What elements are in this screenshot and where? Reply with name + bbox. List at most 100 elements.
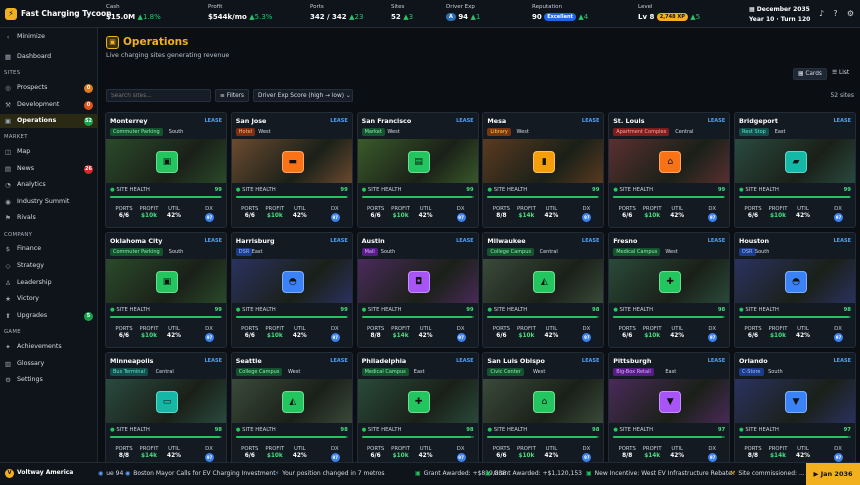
dx-score-badge: 97 xyxy=(456,333,466,342)
lease-badge: LEASE xyxy=(204,238,223,244)
site-card[interactable]: San Jose LEASE Hotel West ▬ ● SITE HEALTH 99 PO… xyxy=(230,112,353,228)
metric-ports-label: PORTS xyxy=(618,326,636,332)
sidebar-item-settings[interactable]: ⚙ Settings xyxy=(0,373,98,387)
sidebar-item-analytics[interactable]: ◔ Analytics xyxy=(0,178,98,192)
sidebar-item-achievements[interactable]: ✦ Achievements xyxy=(0,340,98,354)
site-card[interactable]: Milwaukee LEASE College Campus Central ◭ ● SI… xyxy=(482,232,605,348)
sidebar-item-glossary[interactable]: ▥ Glossary xyxy=(0,357,98,371)
sidebar-item-upgrades[interactable]: ⬆ Upgrades 5 xyxy=(0,309,98,323)
ticker-item[interactable]: ▣ Grant Awarded: +$1,120,153 xyxy=(485,470,582,477)
health-bar xyxy=(361,316,474,318)
metric-dx-label: DX xyxy=(834,326,842,332)
site-card[interactable]: Mesa LEASE Library West ▮ ● SITE HEALTH 99 PORT… xyxy=(482,112,605,228)
bolt-icon: ⚡ xyxy=(5,8,17,20)
lease-badge: LEASE xyxy=(581,118,600,124)
sidebar-item-industry-summit[interactable]: ◉ Industry Summit xyxy=(0,195,98,209)
site-card[interactable]: Minneapolis LEASE Bus Terminal Central ▭ ● SI… xyxy=(105,352,227,468)
site-health-text: SITE HEALTH xyxy=(745,427,779,433)
metric-ports-label: PORTS xyxy=(492,206,511,212)
metric-util-value: 42% xyxy=(167,453,181,459)
site-name: Philadelphia xyxy=(361,357,407,365)
dx-score-badge: 97 xyxy=(205,333,214,342)
list-view-button[interactable]: ☰ List xyxy=(828,68,853,80)
sidebar-item-rivals[interactable]: ⚑ Rivals xyxy=(0,211,98,225)
ticker-item[interactable]: ▣ New Incentive: West EV Infrastructure R… xyxy=(586,470,732,477)
cards-view-button[interactable]: ▦ Cards xyxy=(793,68,827,80)
site-card[interactable]: San Luis Obispo LEASE Civic Center West ⌂ ● S… xyxy=(482,352,605,468)
lease-badge: LEASE xyxy=(456,358,474,364)
site-type-tag: Market xyxy=(361,128,385,136)
stat-cash: Cash $15.0M ▲1.8% xyxy=(106,4,161,21)
metric-profit-label: PROFIT xyxy=(265,446,285,452)
sidebar-item-operations[interactable]: ▣ Operations 52 xyxy=(0,114,98,128)
metric-profit-value: $14k xyxy=(644,453,661,459)
news-icon: ◉ xyxy=(98,470,104,477)
ticker-item[interactable]: ⚒ Site commissioned: ... xyxy=(730,470,805,477)
site-card[interactable]: Oklahoma City LEASE Commuter Parking South ▣… xyxy=(105,232,227,348)
section-company: COMPANY xyxy=(4,232,33,238)
metric-util-label: UTIL xyxy=(293,446,306,452)
gear-icon[interactable]: ⚙ xyxy=(846,9,855,18)
metric-util-label: UTIL xyxy=(168,206,180,212)
sidebar-item-leadership[interactable]: ♙ Leadership xyxy=(0,276,98,290)
calendar-icon: ▦ xyxy=(749,6,757,13)
site-card[interactable]: Houston LEASE DSR South ◓ ● SITE HEALTH 98 PORT… xyxy=(734,232,856,348)
sidebar-item-news[interactable]: ▤ News 26 xyxy=(0,162,98,176)
site-card[interactable]: Austin LEASE Mall South ◘ ● SITE HEALTH 99 PORT… xyxy=(356,232,479,348)
sidebar-item-prospects[interactable]: ◎ Prospects 0 xyxy=(0,81,98,95)
site-health-text: SITE HEALTH xyxy=(493,187,528,193)
health-bar-fill xyxy=(739,436,848,438)
help-icon[interactable]: ? xyxy=(831,9,840,18)
metric-profit-label: PROFIT xyxy=(391,326,411,332)
metric-util-label: UTIL xyxy=(545,446,558,452)
site-card[interactable]: Orlando LEASE C-Store South ▼ ● SITE HEALTH 97… xyxy=(734,352,856,468)
metric-util-value: 42% xyxy=(544,333,559,339)
site-name: Oklahoma City xyxy=(110,237,163,245)
site-card[interactable]: Seattle LEASE College Campus West ◭ ● SITE HE… xyxy=(230,352,353,468)
ticker-item[interactable]: ◉ ue 94 xyxy=(98,470,123,477)
sidebar-item-map[interactable]: ◫ Map xyxy=(0,145,98,159)
sidebar-item-minimize[interactable]: ‹ Minimize xyxy=(0,30,98,44)
sidebar-item-finance[interactable]: $ Finance xyxy=(0,242,98,256)
site-name: Mesa xyxy=(487,117,507,125)
lease-badge: LEASE xyxy=(833,358,852,364)
stat-value: $544k/mo ▲5.3% xyxy=(208,13,272,21)
site-health-value: 99 xyxy=(340,187,348,193)
metric-profit-value: $10k xyxy=(770,213,786,219)
health-bar-fill xyxy=(361,196,473,198)
region-label: West xyxy=(287,369,301,375)
site-card[interactable]: Harrisburg LEASE DSR East ◓ ● SITE HEALTH 99 PO… xyxy=(230,232,353,348)
filters-button[interactable]: ≡ Filters xyxy=(215,89,250,102)
health-bar xyxy=(110,436,222,438)
sort-select[interactable]: Driver Exp Score (high → low) ⌄ xyxy=(253,89,353,102)
ticker-item[interactable]: ◉ Boston Mayor Calls for EV Charging Inve… xyxy=(125,470,276,477)
sidebar-item-development[interactable]: ⚒ Development 0 xyxy=(0,98,98,112)
site-health-value: 97 xyxy=(843,427,851,433)
stat-level: Level Lv 8 2,748 XP ▲5 xyxy=(638,4,700,21)
sidebar-item-dashboard[interactable]: ▦ Dashboard xyxy=(0,50,98,64)
stat-label: Cash xyxy=(106,4,120,10)
sidebar-item-victory[interactable]: ★ Victory xyxy=(0,292,98,306)
sidebar-item-strategy[interactable]: ◇ Strategy xyxy=(0,259,98,273)
site-card[interactable]: San Francisco LEASE Market West ▤ ● SITE HEAL… xyxy=(356,112,479,228)
site-card[interactable]: Philadelphia LEASE Medical Campus East ✚ ● SI… xyxy=(356,352,479,468)
site-card[interactable]: Fresno LEASE Medical Campus West ✚ ● SITE HEA… xyxy=(608,232,731,348)
money-icon: ▣ xyxy=(586,470,592,477)
site-type-tag: Apartment Complex xyxy=(613,128,670,136)
site-card[interactable]: Pittsburgh LEASE Big-Box Retail East ▼ ● SITE… xyxy=(608,352,731,468)
site-card[interactable]: Bridgeport LEASE Rest Stop East ▰ ● SITE HEAL… xyxy=(734,112,856,228)
site-type-tag: Hotel xyxy=(235,128,256,136)
end-turn-button[interactable]: ▶ Jan 2036 xyxy=(806,463,860,485)
site-card[interactable]: Monterrey LEASE Commuter Parking South ▣ ● SI… xyxy=(105,112,227,228)
ticker-item[interactable]: ⚡ Your position changed in 7 metros xyxy=(275,470,385,477)
stat-delta: 5 xyxy=(695,13,701,21)
site-card[interactable]: St. Louis LEASE Apartment Complex Central ⌂ ●… xyxy=(608,112,731,228)
search-input[interactable] xyxy=(106,89,211,102)
dx-score-badge: 97 xyxy=(834,333,843,342)
play-icon: ▶ xyxy=(813,470,821,478)
lease-badge: LEASE xyxy=(330,118,348,124)
site-health-label: ● SITE HEALTH xyxy=(739,187,779,193)
bell-icon[interactable]: ♪ xyxy=(817,9,826,18)
health-bar-fill xyxy=(613,316,723,318)
settings-icon: ⚙ xyxy=(5,376,11,384)
